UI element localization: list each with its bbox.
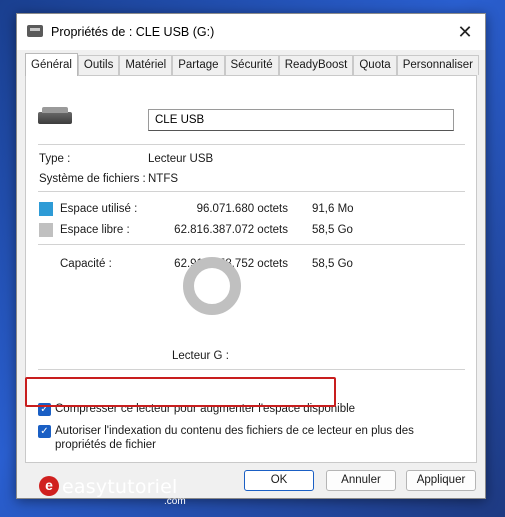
- window-title: Propriétés de : CLE USB (G:): [51, 25, 215, 39]
- used-space-label: Espace utilisé :: [60, 203, 138, 215]
- used-space-swatch: [39, 202, 53, 216]
- tab-quota[interactable]: Quota: [353, 55, 397, 75]
- usb-drive-icon: [38, 107, 72, 124]
- cancel-button[interactable]: Annuler: [326, 470, 396, 491]
- divider: [38, 369, 465, 370]
- filesystem-label: Système de fichiers :: [39, 173, 146, 185]
- capacity-label: Capacité :: [60, 258, 112, 270]
- used-space-bytes: 96.071.680 octets: [196, 203, 288, 215]
- type-value: Lecteur USB: [148, 153, 214, 165]
- filesystem-value: NTFS: [148, 173, 179, 185]
- tab-security[interactable]: Sécurité: [224, 55, 279, 75]
- capacity-size: 58,5 Go: [312, 258, 353, 270]
- watermark-logo: e easytutoriel .com: [39, 476, 186, 507]
- ok-button[interactable]: OK: [244, 470, 314, 491]
- brand-logo: e: [39, 476, 59, 496]
- free-space-label: Espace libre :: [60, 224, 130, 236]
- apply-button[interactable]: Appliquer: [406, 470, 476, 491]
- free-space-swatch: [39, 223, 53, 237]
- highlight-box: [25, 377, 336, 407]
- brand-suffix: .com: [164, 496, 186, 507]
- drive-caption: Lecteur G :: [172, 350, 229, 362]
- title-bar[interactable]: Propriétés de : CLE USB (G:) ✕: [17, 14, 485, 50]
- divider: [38, 191, 465, 192]
- tab-customize[interactable]: Personnaliser: [396, 55, 480, 75]
- usb-drive-icon: [27, 25, 43, 37]
- index-checkbox[interactable]: ✓: [38, 425, 51, 438]
- divider: [38, 144, 465, 145]
- type-label: Type :: [39, 153, 71, 165]
- tab-general[interactable]: Général: [25, 53, 78, 76]
- brand-name: easytutoriel: [62, 476, 178, 498]
- divider: [38, 244, 465, 245]
- free-space-size: 58,5 Go: [312, 224, 353, 236]
- close-button[interactable]: ✕: [445, 14, 485, 50]
- tab-hardware[interactable]: Matériel: [119, 55, 173, 75]
- used-space-size: 91,6 Mo: [312, 203, 354, 215]
- disk-usage-donut: [183, 257, 241, 315]
- tab-readyboost[interactable]: ReadyBoost: [278, 55, 354, 75]
- tab-bar: Général Outils Matériel Partage Sécurité…: [25, 53, 480, 76]
- index-option[interactable]: ✓ Autoriser l'indexation du contenu des …: [38, 424, 458, 452]
- index-label: Autoriser l'indexation du contenu des fi…: [55, 425, 414, 451]
- tab-sharing[interactable]: Partage: [172, 55, 225, 75]
- drive-name-input[interactable]: [148, 109, 454, 131]
- properties-dialog: Propriétés de : CLE USB (G:) ✕ Général O…: [16, 13, 486, 507]
- tab-tools[interactable]: Outils: [77, 55, 120, 75]
- free-space-bytes: 62.816.387.072 octets: [174, 224, 288, 236]
